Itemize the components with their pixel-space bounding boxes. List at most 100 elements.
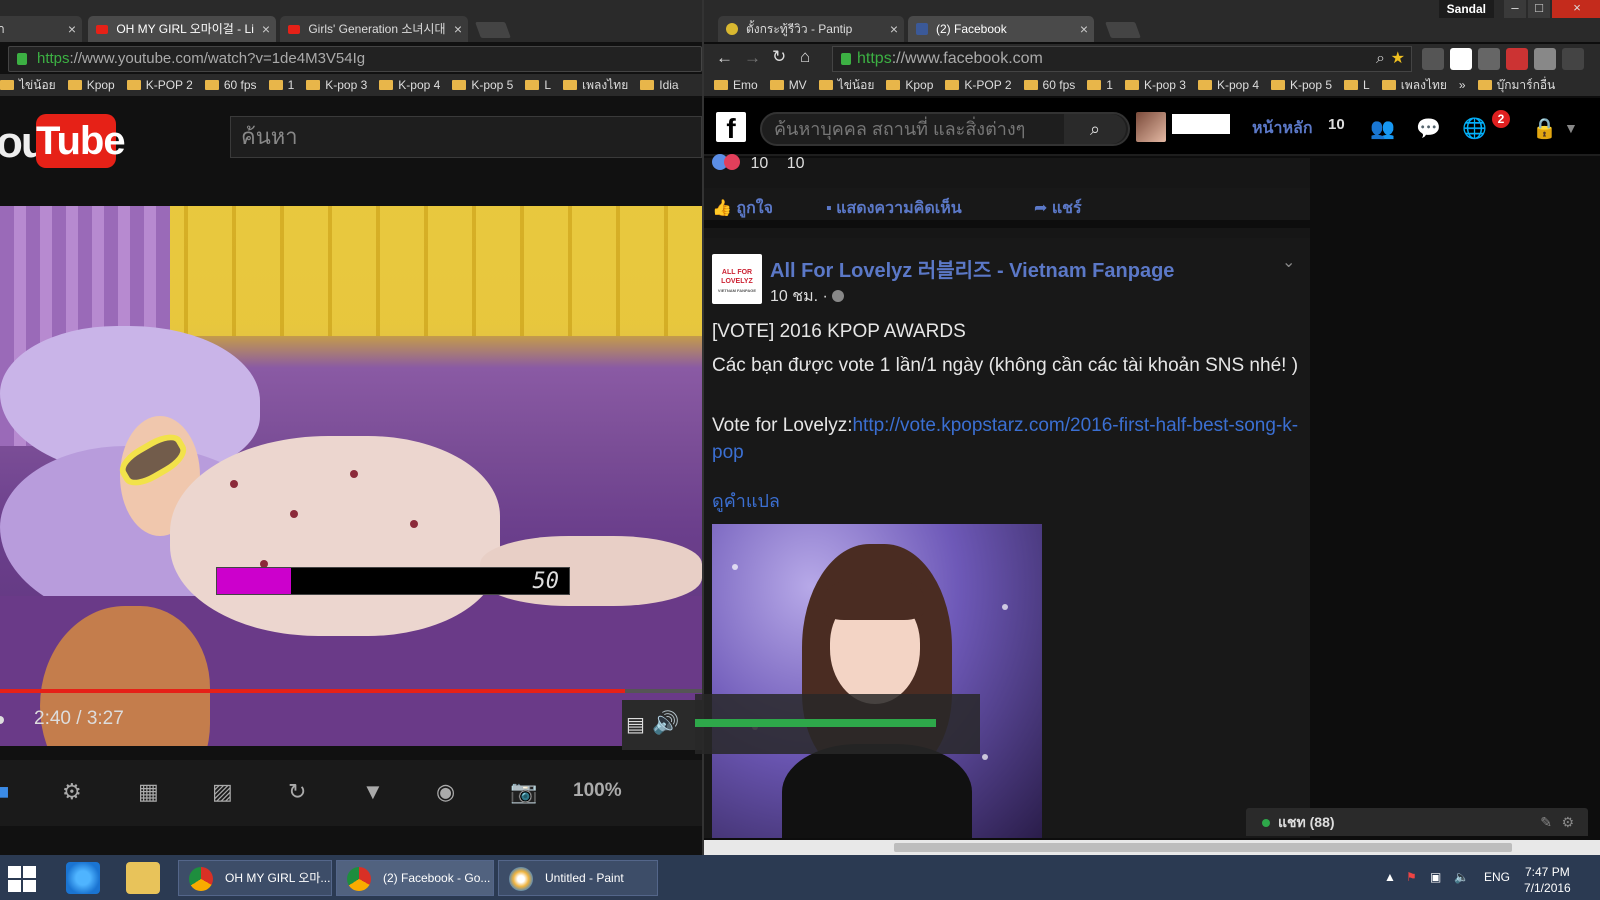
bookmark-item[interactable]: L — [1344, 74, 1370, 96]
address-bar[interactable]: https://www.youtube.com/watch?v=1de4M3V5… — [8, 46, 702, 72]
like-button[interactable]: 👍 ถูกใจ — [712, 196, 773, 221]
extension-icon[interactable] — [1450, 48, 1472, 70]
close-tab-icon[interactable]: × — [68, 16, 76, 42]
home-link[interactable]: หน้าหลัก — [1252, 116, 1313, 141]
chat-sidebar-bar[interactable]: แชท (88) ✎ ⚙ — [1246, 808, 1588, 836]
taskbar-button-facebook[interactable]: (2) Facebook - Go... — [336, 860, 494, 896]
gear-icon[interactable]: ⚙ — [1561, 808, 1574, 836]
bookmark-item[interactable]: K-pop 3 — [306, 74, 367, 96]
close-tab-icon[interactable]: × — [454, 16, 462, 42]
page-name-link[interactable]: All For Lovelyz 러블리즈 - Vietnam Fanpage — [770, 254, 1174, 283]
bookmark-item[interactable]: 60 fps — [204, 74, 257, 96]
taskbar-button-paint[interactable]: Untitled - Paint — [498, 860, 658, 896]
bookmark-item[interactable]: บุ๊กมาร์กอื่น — [1477, 74, 1555, 96]
tab-girls-generation[interactable]: Girls' Generation 소녀시대 × — [280, 16, 468, 42]
post-timestamp[interactable]: 10 ชม. · — [770, 284, 844, 309]
network-icon[interactable]: ▣ — [1430, 870, 1441, 884]
search-icon[interactable]: ⌕ — [1064, 114, 1126, 144]
taskbar-button-youtube[interactable]: OH MY GIRL 오마... — [178, 860, 332, 896]
chrome-menu-icon[interactable] — [1562, 48, 1584, 70]
file-explorer-icon[interactable] — [126, 862, 160, 894]
cinema-icon[interactable]: ◉ — [436, 779, 455, 805]
language-indicator[interactable]: ENG — [1484, 870, 1510, 884]
bookmark-item[interactable]: K-POP 2 — [945, 74, 1012, 96]
bookmark-item[interactable]: Kpop — [886, 74, 933, 96]
bookmark-star-icon[interactable]: ★ — [1391, 47, 1405, 71]
comment-button[interactable]: ▪ แสดงความคิดเห็น — [826, 196, 962, 221]
close-tab-icon[interactable]: × — [1080, 16, 1088, 42]
extension-puzzle-icon[interactable] — [1422, 48, 1444, 70]
extension-icon[interactable] — [1478, 48, 1500, 70]
tab-oh-my-girl[interactable]: OH MY GIRL 오마이걸 - Li × — [88, 16, 276, 42]
bookmark-item[interactable]: 1 — [268, 74, 294, 96]
chevron-down-icon[interactable]: ▼ — [1564, 120, 1578, 136]
new-tab-button[interactable] — [1105, 22, 1141, 38]
bookmark-item[interactable]: K-pop 4 — [379, 74, 440, 96]
bookmark-item[interactable]: 1 — [1087, 74, 1113, 96]
zoom-icon[interactable]: ⌕ — [1376, 47, 1385, 71]
loop-icon[interactable]: ↻ — [288, 779, 306, 805]
internet-explorer-icon[interactable] — [66, 862, 100, 894]
bookmark-item[interactable]: K-pop 3 — [1124, 74, 1186, 96]
extension-icon[interactable] — [1506, 48, 1528, 70]
bookmark-item[interactable]: L — [525, 74, 551, 96]
bookmark-item[interactable]: ไข่น้อย — [0, 74, 56, 96]
forward-icon[interactable]: → — [744, 48, 761, 68]
maximize-button[interactable]: □ — [1528, 0, 1550, 18]
reload-icon[interactable]: ↻ — [772, 47, 786, 67]
bookmark-item[interactable]: K-pop 4 — [1197, 74, 1259, 96]
volume-slider-fill[interactable] — [695, 719, 936, 727]
compose-icon[interactable]: ✎ — [1540, 808, 1552, 836]
privacy-lock-icon[interactable]: 🔒 — [1532, 116, 1557, 141]
bookmark-item[interactable]: เพลงไทย — [1381, 74, 1447, 96]
system-clock[interactable]: 7:47 PM 7/1/2016 — [1524, 864, 1571, 896]
film-icon[interactable]: ▦ — [138, 779, 159, 805]
bookmark-item[interactable]: Emo — [714, 74, 758, 96]
tab-pantip[interactable]: ตั้งกระทู้รีวิว - Pantip × — [718, 16, 904, 42]
youtube-logo[interactable]: Tube — [36, 114, 126, 168]
avatar[interactable] — [1136, 112, 1166, 142]
tab-partial[interactable]: า × — [0, 16, 82, 42]
zoom-level[interactable]: 100% — [573, 780, 622, 802]
filter-icon[interactable]: ▼ — [362, 779, 384, 805]
bookmark-item[interactable]: เพลงไทย — [563, 74, 628, 96]
page-avatar[interactable]: ALL FOR LOVELYZ VIETNAM FANPAGE — [712, 254, 762, 304]
profile-name[interactable]: Sandal — [1438, 0, 1494, 18]
bookmark-item[interactable]: MV — [769, 74, 807, 96]
new-tab-button[interactable] — [475, 22, 511, 38]
bookmark-item[interactable]: Idia — [640, 74, 679, 96]
tab-facebook[interactable]: (2) Facebook × — [908, 16, 1094, 42]
profile-name-redacted[interactable] — [1172, 114, 1230, 134]
facebook-logo-icon[interactable]: f — [716, 112, 746, 144]
extension-icon[interactable] — [1534, 48, 1556, 70]
youtube-search-input[interactable]: ค้นหา — [230, 116, 702, 158]
notifications-icon[interactable]: 🌐 — [1462, 116, 1487, 141]
bookmark-item[interactable]: K-pop 5 — [452, 74, 513, 96]
reaction-summary[interactable]: 10 10 — [712, 154, 805, 173]
see-translation-link[interactable]: ดูคำแปล — [712, 486, 780, 515]
friend-requests-icon[interactable]: 👥 — [1370, 116, 1395, 141]
bookmark-item[interactable]: K-POP 2 — [126, 74, 193, 96]
bookmark-item[interactable]: K-pop 5 — [1271, 74, 1332, 96]
bookmark-item[interactable]: » — [1459, 74, 1466, 96]
bookmark-item[interactable]: ไข่น้อย — [818, 74, 874, 96]
volume-icon[interactable]: 🔊 — [652, 710, 679, 736]
post-photo[interactable] — [712, 524, 1042, 838]
close-window-button[interactable]: × — [1552, 0, 1600, 18]
windows-start-icon[interactable] — [8, 866, 38, 892]
address-bar[interactable]: https://www.facebook.com ⌕ ★ — [832, 46, 1412, 72]
camera-icon[interactable]: 📷 — [510, 779, 537, 805]
resize-icon[interactable]: ▨ — [212, 779, 233, 805]
video-progress-bar[interactable] — [0, 689, 702, 693]
back-icon[interactable]: ← — [716, 48, 733, 68]
speaker-icon[interactable]: 🔈 — [1454, 870, 1469, 884]
bookmark-item[interactable]: 60 fps — [1023, 74, 1075, 96]
gear-icon[interactable]: ⚙ — [62, 779, 82, 805]
show-hidden-icons-icon[interactable]: ▲ — [1384, 870, 1396, 884]
subtitles-icon[interactable]: ▤ — [626, 712, 645, 737]
chevron-down-icon[interactable]: ⌄ — [1282, 252, 1295, 272]
share-button[interactable]: ➦ แชร์ — [1034, 196, 1082, 221]
bookmark-item[interactable]: Kpop — [67, 74, 115, 96]
close-tab-icon[interactable]: × — [262, 16, 270, 42]
action-center-flag-icon[interactable]: ⚑ — [1406, 870, 1417, 884]
